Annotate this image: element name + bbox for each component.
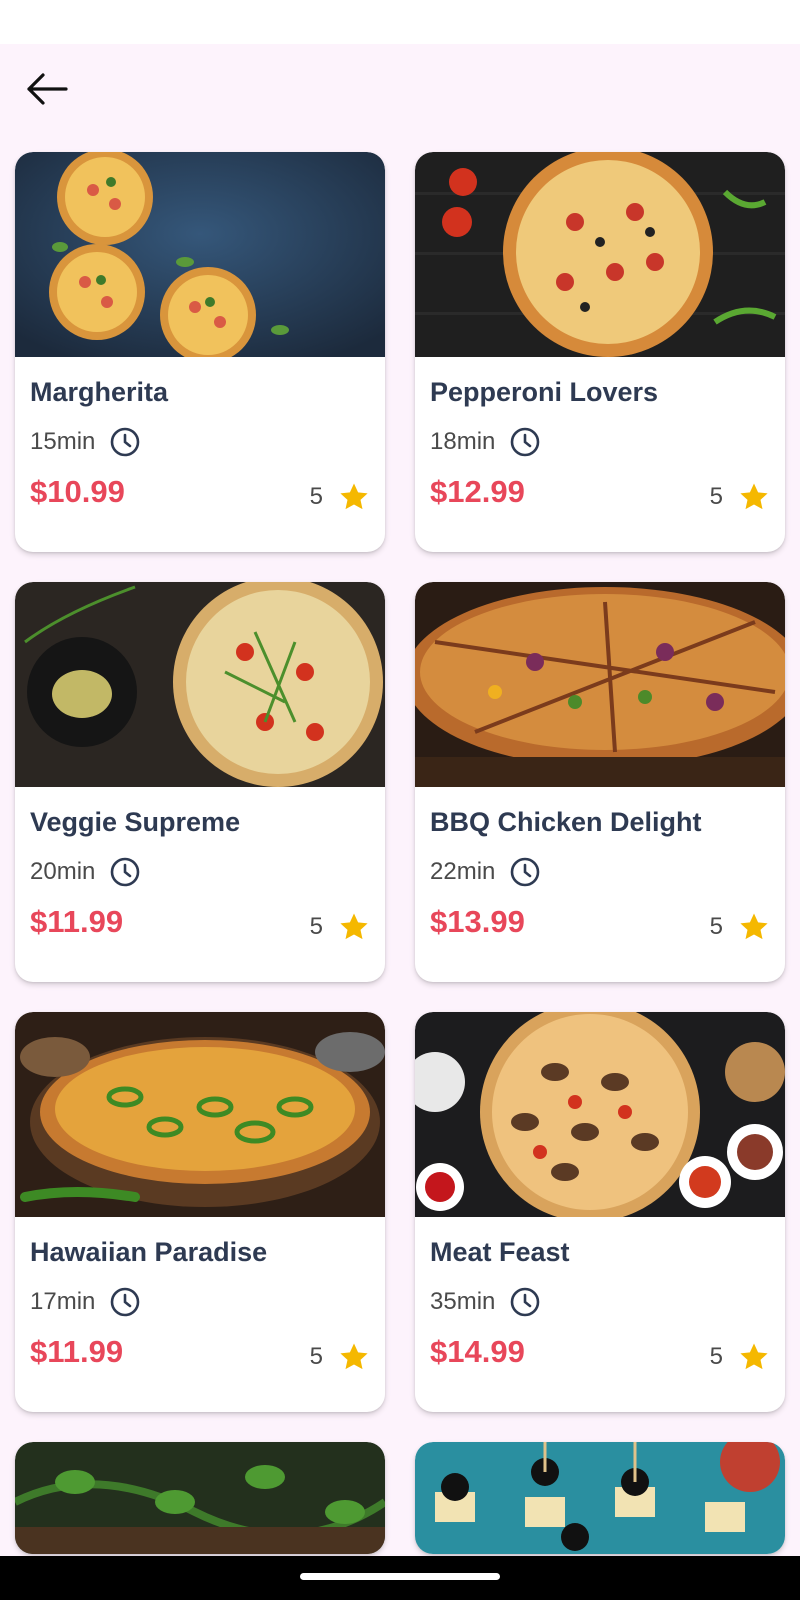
prep-time-label: 17min (30, 1288, 96, 1315)
arrow-left-icon (27, 73, 68, 105)
pizza-image (415, 1012, 785, 1217)
star-icon (740, 913, 768, 940)
pizza-grid: Margherita 15min $10.99 5 Pepperoni Love… (15, 152, 785, 1554)
clock-icon (111, 1287, 140, 1317)
star-icon (340, 1343, 368, 1370)
pizza-name: Margherita (30, 377, 169, 407)
prep-time: 35min (430, 1284, 541, 1320)
pizza-name: Veggie Supreme (30, 807, 241, 837)
prep-time-label: 15min (30, 428, 96, 455)
pizza-card[interactable] (415, 1442, 785, 1554)
pizza-price: $12.99 (430, 474, 525, 509)
pizza-price: $13.99 (430, 904, 525, 939)
pizza-rating: 5 (310, 1339, 371, 1375)
star-icon (340, 483, 368, 510)
pizza-name: Hawaiian Paradise (30, 1237, 268, 1267)
rating-value: 5 (709, 913, 723, 940)
pizza-rating: 5 (310, 909, 371, 945)
prep-time: 17min (30, 1284, 141, 1320)
pizza-rating: 5 (710, 909, 771, 945)
rating-value: 5 (709, 483, 723, 510)
pizza-name: BBQ Chicken Delight (430, 807, 702, 837)
pizza-image (415, 1442, 785, 1554)
prep-time: 20min (30, 854, 141, 890)
pizza-image (15, 582, 385, 787)
pizza-image (15, 1442, 385, 1554)
pizza-image (415, 582, 785, 787)
system-navigation-bar (0, 1556, 800, 1600)
pizza-rating: 5 (710, 1339, 771, 1375)
prep-time-label: 35min (430, 1288, 496, 1315)
pizza-card[interactable] (15, 1442, 385, 1554)
rating-value: 5 (709, 1343, 723, 1370)
pizza-card[interactable]: Meat Feast 35min $14.99 5 (415, 1012, 785, 1412)
clock-icon (511, 1287, 540, 1317)
top-bar (0, 44, 800, 144)
pizza-card[interactable]: Margherita 15min $10.99 5 (15, 152, 385, 552)
pizza-price: $11.99 (30, 904, 124, 939)
pizza-name: Meat Feast (430, 1237, 570, 1267)
star-icon (340, 913, 368, 940)
pizza-rating: 5 (310, 479, 371, 515)
prep-time-label: 20min (30, 858, 96, 885)
clock-icon (111, 857, 140, 887)
status-bar (0, 0, 800, 44)
prep-time-label: 22min (430, 858, 496, 885)
star-icon (740, 1343, 768, 1370)
pizza-name: Pepperoni Lovers (430, 377, 659, 407)
pizza-image (415, 152, 785, 357)
pizza-card[interactable]: BBQ Chicken Delight 22min $13.99 5 (415, 582, 785, 982)
pizza-card[interactable]: Veggie Supreme 20min $11.99 5 (15, 582, 385, 982)
prep-time: 18min (430, 424, 541, 460)
pizza-price: $11.99 (30, 1334, 124, 1369)
back-button[interactable] (20, 66, 72, 112)
home-indicator[interactable] (300, 1573, 500, 1580)
pizza-list-screen: Margherita 15min $10.99 5 Pepperoni Love… (0, 44, 800, 1556)
pizza-card[interactable]: Pepperoni Lovers 18min $12.99 5 (415, 152, 785, 552)
pizza-card[interactable]: Hawaiian Paradise 17min $11.99 5 (15, 1012, 385, 1412)
rating-value: 5 (309, 483, 323, 510)
pizza-price: $10.99 (30, 474, 125, 509)
clock-icon (511, 427, 540, 457)
pizza-image (15, 152, 385, 357)
pizza-image (15, 1012, 385, 1217)
pizza-price: $14.99 (430, 1334, 525, 1369)
clock-icon (511, 857, 540, 887)
pizza-rating: 5 (710, 479, 771, 515)
clock-icon (111, 427, 140, 457)
star-icon (740, 483, 768, 510)
prep-time: 22min (430, 854, 541, 890)
rating-value: 5 (309, 913, 323, 940)
rating-value: 5 (309, 1343, 323, 1370)
prep-time: 15min (30, 424, 141, 460)
prep-time-label: 18min (430, 428, 496, 455)
